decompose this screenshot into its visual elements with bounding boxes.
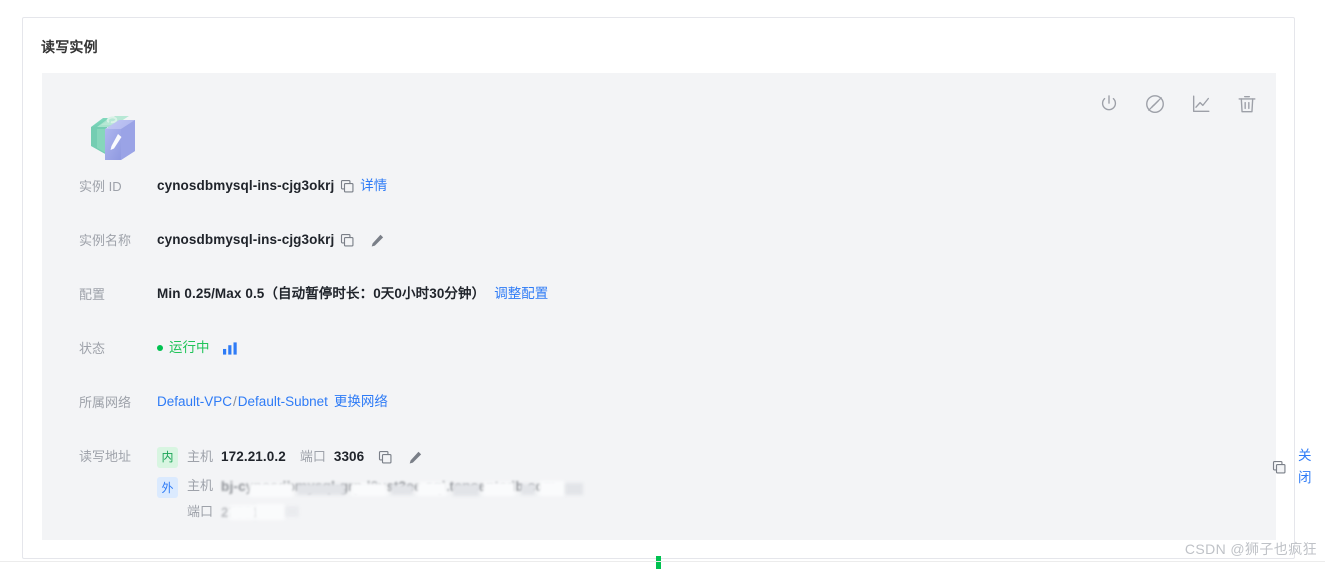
gauge-slash-icon[interactable]: [1144, 93, 1166, 115]
internal-badge: 内: [157, 446, 178, 468]
external-port-row: 端口 27981: [187, 500, 581, 524]
external-host-row: 主机 bj-cynosdbmysql-grp-l9vst2ee.sql.tenc…: [187, 474, 584, 498]
external-port-label: 端口: [187, 504, 214, 519]
status-dot: [157, 345, 163, 351]
field-label-instance-name: 实例名称: [79, 233, 132, 248]
change-network-link[interactable]: 更换网络: [334, 391, 388, 413]
close-external-link[interactable]: 关闭: [1298, 445, 1313, 489]
field-row-configuration: 配置 Min 0.25/Max 0.5（自动暂停时长：0天0小时30分钟） 调整…: [42, 283, 1276, 311]
database-instance-icon: [85, 113, 141, 165]
internal-host-label: 主机: [187, 449, 214, 464]
line-chart-icon[interactable]: [1190, 93, 1212, 115]
pencil-icon[interactable]: [407, 449, 423, 465]
field-row-network: 所属网络 Default-VPC / Default-Subnet 更换网络: [42, 391, 1276, 419]
instance-name-value: cynosdbmysql-ins-cjg3okrj: [157, 232, 335, 247]
subnet-link[interactable]: Default-Subnet: [238, 391, 328, 413]
field-label-status: 状态: [79, 341, 106, 356]
status-badge: 运行中: [169, 340, 210, 355]
internal-address-line: 内 主机 172.21.0.2 端口 3306: [157, 445, 581, 469]
instance-id-value: cynosdbmysql-ins-cjg3okrj: [157, 178, 335, 193]
page-title: 读写实例: [41, 39, 98, 55]
internal-port-value: 3306: [333, 449, 365, 464]
field-row-instance-name: 实例名称 cynosdbmysql-ins-cjg3okrj: [42, 229, 1276, 257]
field-row-instance-id: 实例 ID cynosdbmysql-ins-cjg3okrj 详情: [42, 175, 1276, 203]
field-label-instance-id: 实例 ID: [79, 179, 122, 194]
external-badge: 外: [157, 477, 178, 498]
internal-port-label: 端口: [299, 449, 326, 464]
field-value-address: 内 主机 172.21.0.2 端口 3306 外 主机 bj-cynosdbm…: [157, 445, 1312, 524]
pencil-icon[interactable]: [369, 232, 385, 248]
copy-icon[interactable]: [339, 232, 355, 248]
green-cursor-mark: [656, 556, 661, 569]
instance-fields: 实例 ID cynosdbmysql-ins-cjg3okrj 详情 实例名称 …: [42, 175, 1312, 524]
field-label-address: 读写地址: [79, 449, 132, 464]
external-host-value-redacted: bj-cynosdbmysql-grp-l9vst2ee.sql.tencent…: [221, 476, 584, 497]
instance-detail-link[interactable]: 详情: [360, 175, 387, 197]
watermark: CSDN @狮子也疯狂: [1184, 541, 1317, 557]
address-block: 内 主机 172.21.0.2 端口 3306 外 主机 bj-cynosdbm…: [157, 445, 1312, 524]
external-address-rows: 主机 bj-cynosdbmysql-grp-l9vst2ee.sql.tenc…: [187, 474, 584, 524]
read-write-instance-card: 读写实例 实例 ID cynosdbmysql-ins-cjg3okrj 详情 …: [22, 17, 1312, 559]
bar-chart-icon[interactable]: [222, 341, 239, 356]
bottom-divider: [0, 561, 1325, 562]
field-value-network: Default-VPC / Default-Subnet 更换网络: [157, 391, 388, 413]
network-separator: /: [233, 394, 237, 409]
external-host-label: 主机: [187, 478, 214, 493]
instance-action-toolbar: [1098, 93, 1258, 115]
field-value-instance-name: cynosdbmysql-ins-cjg3okrj: [157, 229, 390, 251]
field-row-status: 状态 运行中: [42, 337, 1276, 365]
internal-host-value: 172.21.0.2: [221, 449, 286, 464]
configuration-value: Min 0.25/Max 0.5（自动暂停时长：0天0小时30分钟）: [157, 286, 486, 301]
copy-icon[interactable]: [1272, 459, 1287, 475]
power-icon[interactable]: [1098, 93, 1120, 115]
copy-icon[interactable]: [377, 449, 393, 465]
external-close-control: 关闭: [1267, 445, 1313, 489]
vpc-link[interactable]: Default-VPC: [157, 391, 232, 413]
field-label-configuration: 配置: [79, 287, 106, 302]
field-row-address: 读写地址 内 主机 172.21.0.2 端口 3306 外 主机 bj-cyn…: [42, 445, 1312, 524]
field-label-network: 所属网络: [79, 395, 132, 410]
instance-detail-panel: 实例 ID cynosdbmysql-ins-cjg3okrj 详情 实例名称 …: [42, 73, 1312, 540]
external-port-value-redacted: 27981: [221, 502, 331, 522]
adjust-configuration-link[interactable]: 调整配置: [494, 283, 548, 305]
field-value-instance-id: cynosdbmysql-ins-cjg3okrj 详情: [157, 175, 387, 197]
field-value-status: 运行中: [157, 337, 239, 359]
copy-icon[interactable]: [339, 178, 355, 194]
field-value-configuration: Min 0.25/Max 0.5（自动暂停时长：0天0小时30分钟） 调整配置: [157, 283, 548, 305]
external-address-line: 外 主机 bj-cynosdbmysql-grp-l9vst2ee.sql.te…: [157, 448, 1312, 524]
trash-icon[interactable]: [1236, 93, 1258, 115]
screenshot-root: 读写实例 实例 ID cynosdbmysql-ins-cjg3okrj 详情 …: [0, 0, 1325, 569]
